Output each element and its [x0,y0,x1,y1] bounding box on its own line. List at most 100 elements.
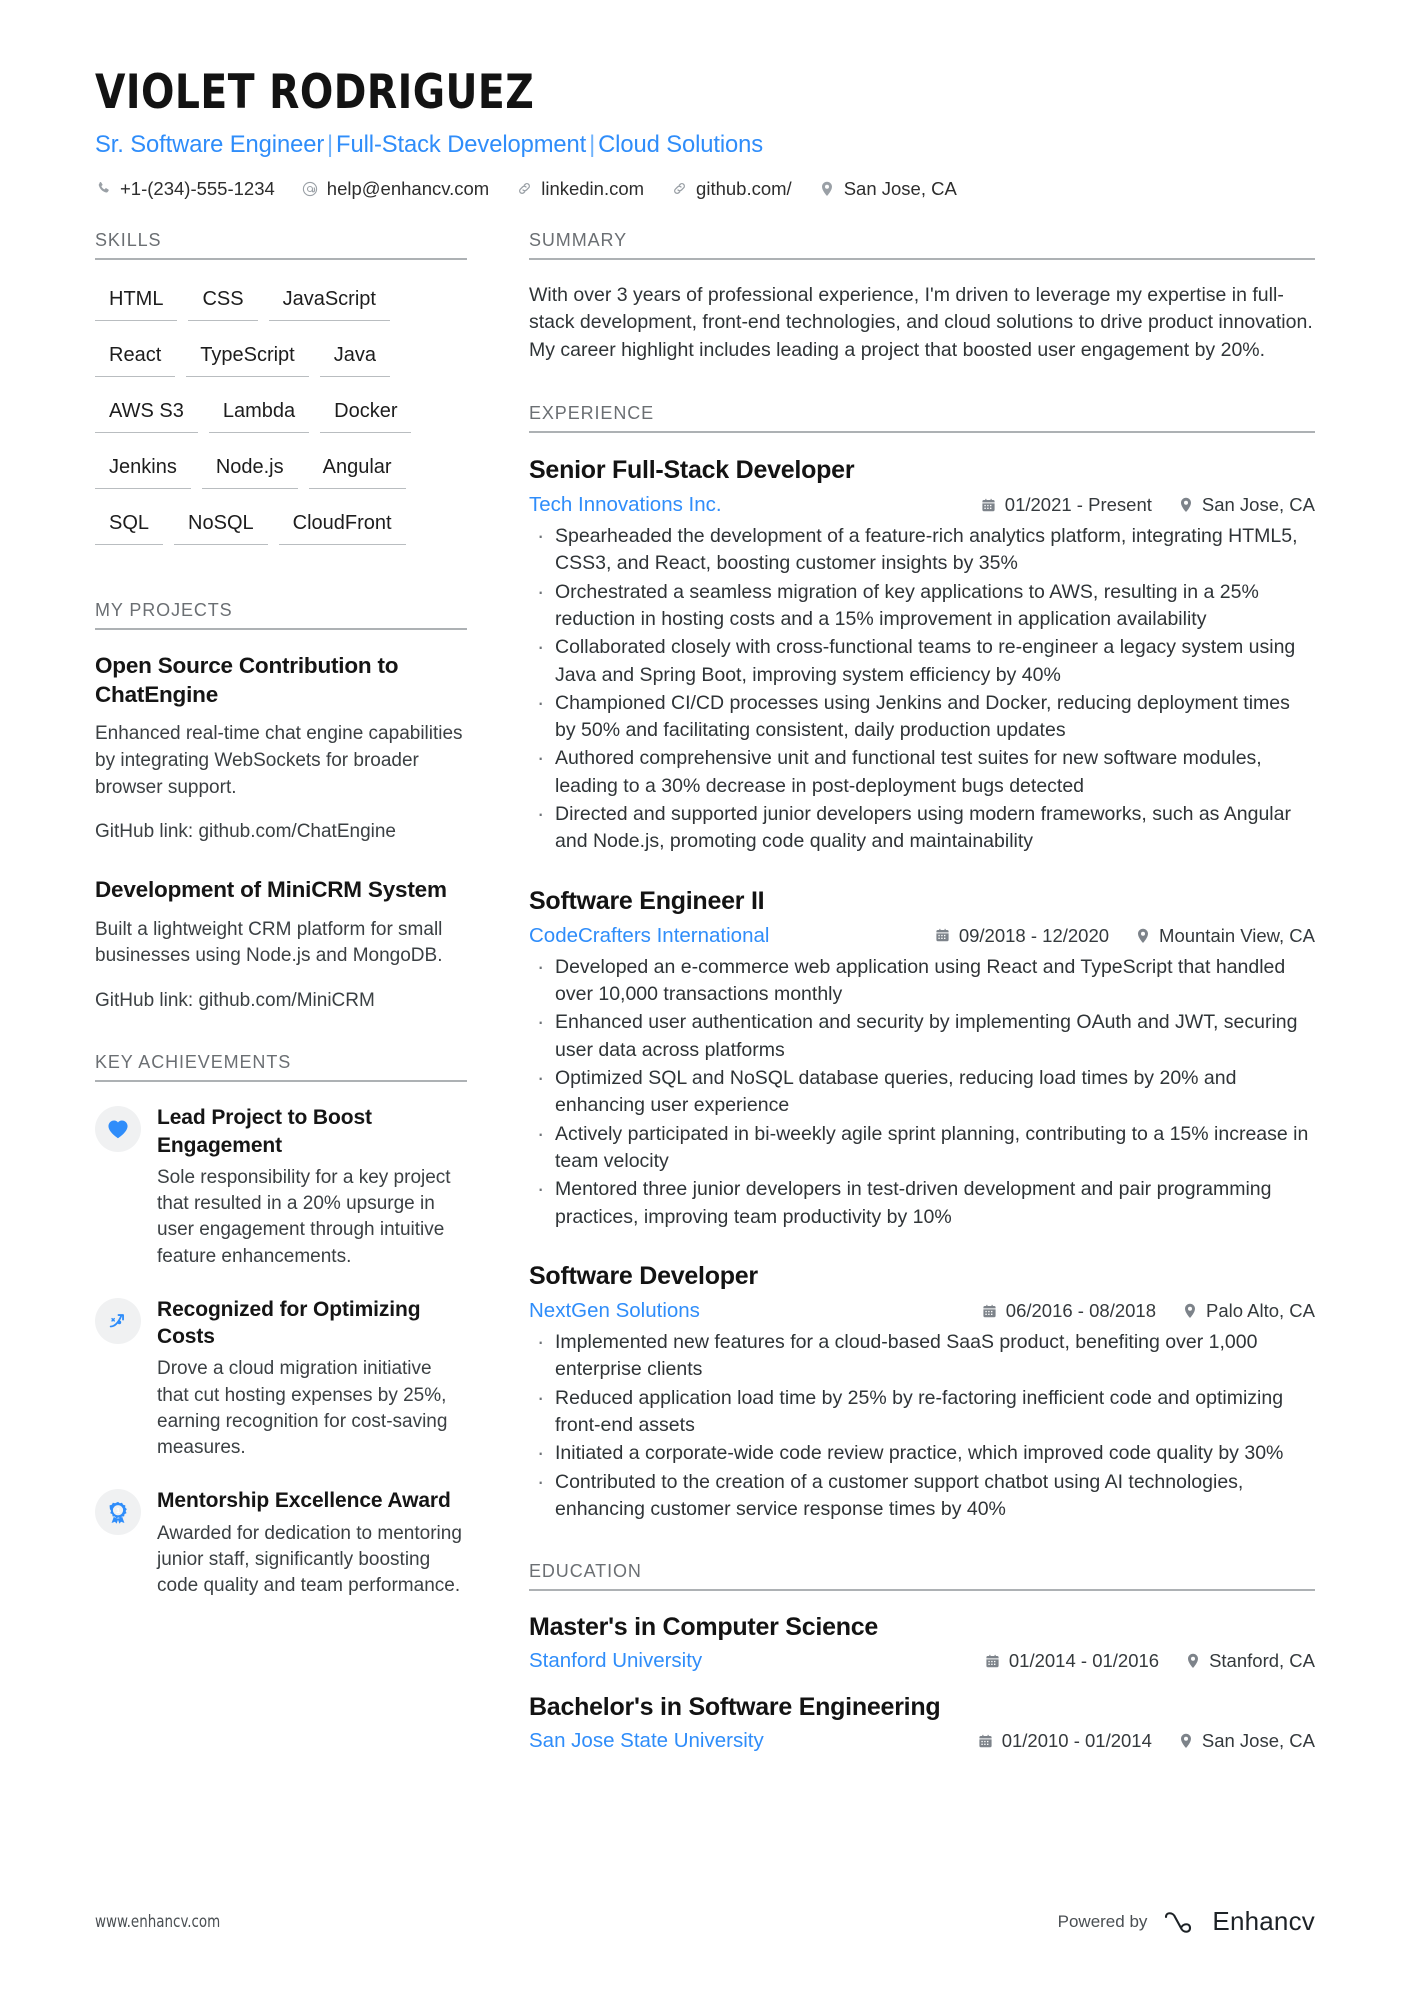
footer-website-link[interactable]: www.enhancv.com [95,1912,220,1932]
award-ribbon-icon: 1 [109,1501,127,1524]
job-dates: 09/2018 - 12/2020 [935,925,1109,947]
link-icon [516,179,533,198]
job-dates: 01/2021 - Present [981,494,1152,516]
skill-chip: CloudFront [278,506,406,545]
projects-section-title: MY PROJECTS [95,600,467,630]
page-title: VIOLET RODRIGUEZ [95,65,535,120]
job-bullet: Directed and supported junior developers… [529,799,1315,856]
job-bullet: Actively participated in bi-weekly agile… [529,1119,1315,1176]
skill-chip: JavaScript [268,282,390,321]
resume-header: VIOLET RODRIGUEZ Sr. Software Engineer | F… [0,0,1410,200]
job-meta-row: CodeCrafters International 09/2018 - 12/2… [529,924,1315,948]
contact-item[interactable]: linkedin.com [516,178,644,200]
job-bullet: Developed an e-commerce web application … [529,952,1315,1009]
footer-brand-area: Powered by Enhancv [1058,1906,1315,1937]
job-dates-text: 09/2018 - 12/2020 [958,924,1110,946]
skill-chip: Node.js [201,450,298,489]
achievements-section: KEY ACHIEVEMENTS Lead Project to Boost E… [95,1052,467,1599]
job-bullet: Orchestrated a seamless migration of key… [529,577,1315,634]
contact-item[interactable]: github.com/ [671,178,792,200]
job-bullets: Spearheaded the development of a feature… [529,521,1315,856]
education-school[interactable]: San Jose State University [529,1729,952,1753]
svg-text:1: 1 [116,1508,120,1515]
headline-part: Sr. Software Engineer [95,130,325,158]
job-meta-row: Tech Innovations Inc. 01/2021 - Present Sa… [529,493,1315,517]
achievement-item: 1 Mentorship Excellence Award Awarded for … [95,1487,467,1599]
enhancv-wordmark: Enhancv [1212,1906,1315,1936]
achievements-section-title: KEY ACHIEVEMENTS [95,1052,467,1083]
headline-part: Full-Stack Development [336,130,587,158]
professional-headline: Sr. Software Engineer | Full-Stack Develop… [95,131,1278,159]
skill-chip: TypeScript [186,338,309,377]
experience-section-title: EXPERIENCE [529,403,1315,433]
achievement-item: Recognized for Optimizing Costs Drove a c… [95,1296,467,1461]
job-bullet: Implemented new features for a cloud-bas… [529,1327,1315,1384]
headline-separator: | [327,130,334,158]
education-location-text: San Jose, CA [1201,1730,1315,1752]
achievement-description: Sole responsibility for a key project th… [157,1166,451,1267]
contact-item[interactable]: +1-(234)-555-1234 [95,178,275,200]
education-dates-text: 01/2014 - 01/2016 [1008,1650,1160,1672]
education-location: San Jose, CA [1178,1730,1315,1752]
education-section: EDUCATION Master's in Computer Science St… [529,1561,1315,1753]
education-degree: Bachelor's in Software Engineering [529,1693,941,1722]
education-school[interactable]: Stanford University [529,1649,959,1673]
location-pin-icon [819,179,836,198]
enhancv-mark-icon [1165,1911,1192,1933]
location-pin-icon [1178,1732,1194,1750]
resume-footer: www.enhancv.com Powered by Enhancv [95,1906,1315,1937]
email-icon [302,179,319,198]
summary-text: With over 3 years of professional experi… [529,283,1313,362]
job-bullet: Mentored three junior developers in test… [529,1174,1315,1231]
achievement-title: Recognized for Optimizing Costs [157,1297,421,1349]
project-description: Enhanced real-time chat engine capabilit… [95,723,463,798]
skill-chip: Angular [308,450,406,489]
skill-chip: React [95,338,176,377]
contact-text: San Jose, CA [843,177,957,199]
contact-row: +1-(234)-555-1234 help@enhancv.com linkedi… [95,178,1315,200]
job-location: San Jose, CA [1178,494,1315,516]
achievement-description: Drove a cloud migration initiative that … [157,1358,448,1459]
education-dates-text: 01/2010 - 01/2014 [1001,1730,1152,1752]
project-description: Built a lightweight CRM platform for sma… [95,918,443,967]
job-bullet: Collaborated closely with cross-function… [529,632,1315,689]
summary-section-title: SUMMARY [529,230,1315,260]
location-pin-icon [1182,1302,1198,1320]
achievement-description: Awarded for dedication to mentoring juni… [157,1522,462,1596]
job-bullet: Optimized SQL and NoSQL database queries… [529,1063,1315,1120]
achievement-title: Lead Project to Boost Engagement [157,1106,372,1157]
job-bullet: Spearheaded the development of a feature… [529,521,1315,578]
main-column: SUMMARY With over 3 years of professiona… [529,230,1315,1791]
contact-item[interactable]: San Jose, CA [819,178,957,200]
achievement-title: Mentorship Excellence Award [157,1489,451,1513]
job-dates: 06/2016 - 08/2018 [982,1300,1156,1322]
contact-text: help@enhancv.com [326,177,490,199]
job-company[interactable]: Tech Innovations Inc. [529,493,955,517]
skill-chip: SQL [95,506,164,545]
sidebar-column: SKILLS HTML CSS JavaScript React TypeScript J… [95,230,467,1637]
project-link[interactable]: GitHub link: github.com/MiniCRM [95,988,467,1015]
job-company[interactable]: CodeCrafters International [529,924,909,948]
education-section-title: EDUCATION [529,1561,1315,1592]
job-meta-row: NextGen Solutions 06/2016 - 08/2018 Palo A… [529,1299,1315,1323]
job-dates-text: 06/2016 - 08/2018 [1005,1300,1156,1322]
location-pin-icon [1178,496,1194,514]
job-location-text: Mountain View, CA [1159,924,1315,946]
enhancv-logo: Enhancv [1163,1906,1315,1937]
headline-part: Cloud Solutions [598,130,764,158]
project-title: Development of MiniCRM System [95,876,447,902]
project-link[interactable]: GitHub link: github.com/ChatEngine [95,819,467,846]
skill-chip: Java [319,338,390,377]
skill-chip: Lambda [208,394,310,433]
contact-item[interactable]: help@enhancv.com [302,178,489,200]
contact-text: +1-(234)-555-1234 [120,177,275,199]
projects-section: MY PROJECTS Open Source Contribution to … [95,600,467,1015]
project-title: Open Source Contribution to ChatEngine [95,652,399,707]
job-location: Palo Alto, CA [1182,1300,1315,1322]
job-location-text: San Jose, CA [1201,494,1315,516]
resume-page: VIOLET RODRIGUEZ Sr. Software Engineer | F… [0,0,1410,1995]
skill-chip: AWS S3 [95,394,198,433]
projects-list: Open Source Contribution to ChatEngine En… [95,652,467,1015]
job-company[interactable]: NextGen Solutions [529,1299,956,1323]
achievements-list: Lead Project to Boost Engagement Sole res… [95,1104,467,1599]
